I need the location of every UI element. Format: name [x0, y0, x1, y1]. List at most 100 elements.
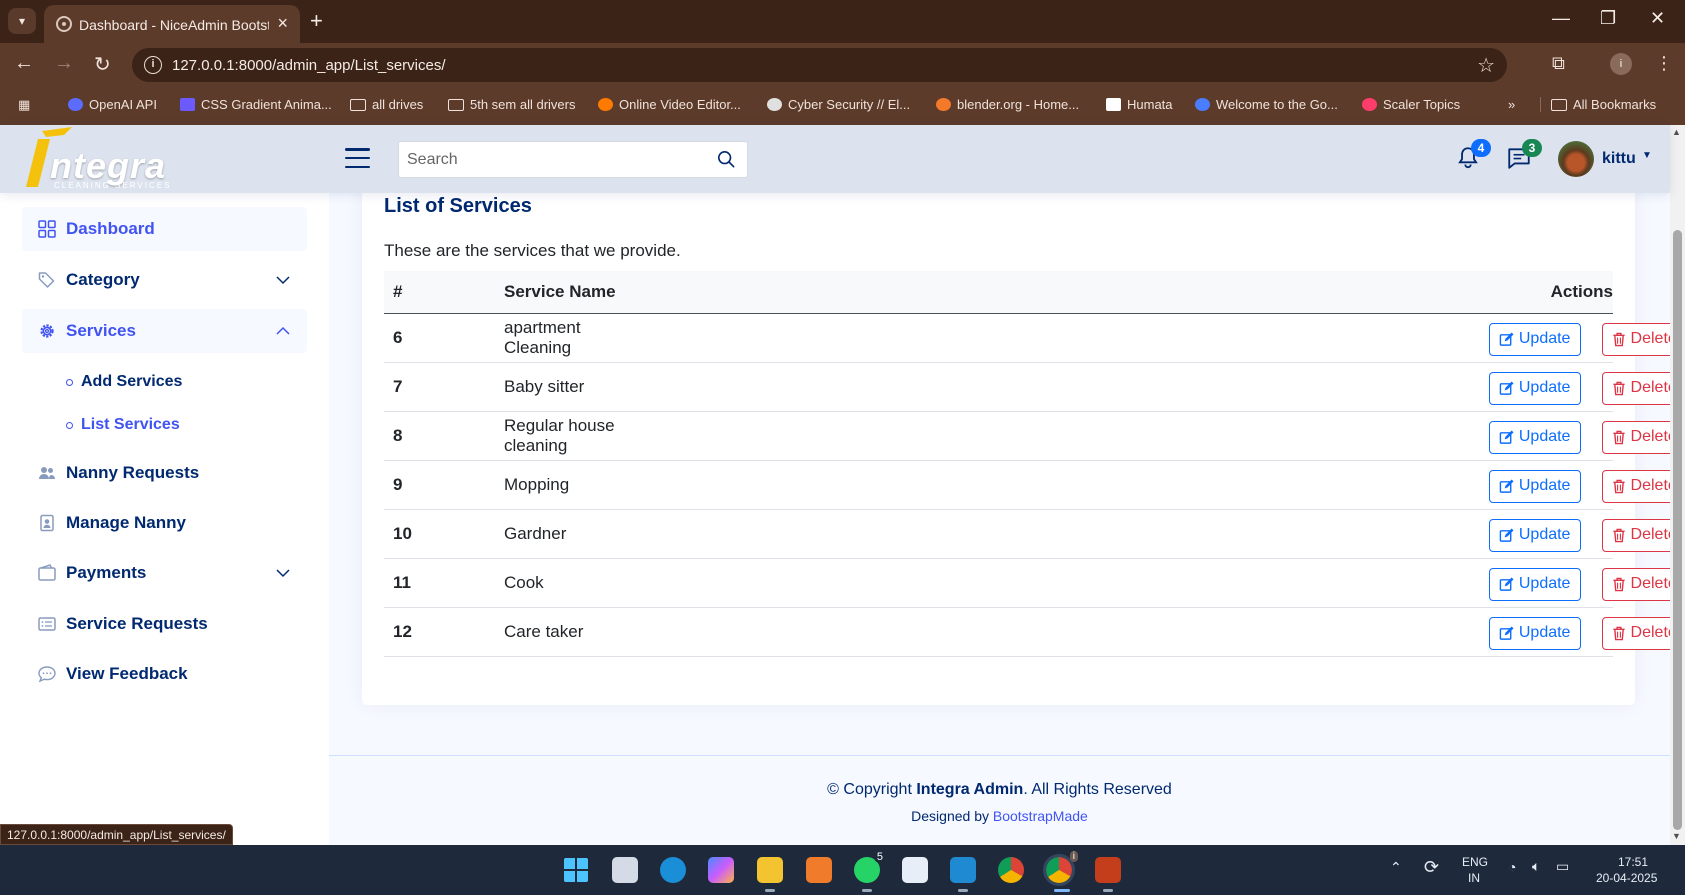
file-explorer-icon[interactable]: [757, 857, 783, 883]
chrome-profile-icon[interactable]: i: [1043, 851, 1078, 886]
sidebar-item-payments[interactable]: Payments: [22, 551, 307, 595]
apps-grid-icon[interactable]: ▦: [18, 97, 30, 113]
scroll-down-icon[interactable]: ▼: [1672, 831, 1681, 841]
chrome-icon[interactable]: [998, 857, 1024, 883]
whatsapp-icon[interactable]: 5: [854, 851, 886, 883]
bookmark-label: CSS Gradient Anima...: [201, 97, 332, 112]
scaler-icon: [1362, 98, 1377, 111]
volume-icon[interactable]: 🔈︎: [1532, 858, 1540, 875]
bookmark-humata[interactable]: Humata: [1106, 97, 1173, 112]
grid-icon: [38, 220, 56, 238]
trash-icon: [1612, 430, 1625, 444]
sidebar-item-category[interactable]: Category: [22, 258, 307, 302]
person-badge-icon: [40, 514, 54, 532]
profile-icon[interactable]: i: [1610, 53, 1632, 75]
site-info-icon[interactable]: i: [144, 56, 162, 74]
folder-icon: [1551, 98, 1567, 111]
service-name: Regular house cleaning: [495, 411, 637, 461]
edge-icon[interactable]: [660, 857, 686, 883]
update-button[interactable]: Update: [1488, 371, 1581, 405]
task-view-icon[interactable]: [612, 857, 638, 883]
bookmark-5th-sem[interactable]: 5th sem all drivers: [448, 97, 575, 112]
cyber-security-icon: [767, 98, 782, 111]
clock-date[interactable]: 20-04-2025: [1596, 871, 1657, 885]
avatar[interactable]: [1558, 141, 1594, 177]
extensions-icon[interactable]: ⧉: [1552, 53, 1565, 74]
tab-search-button[interactable]: ▾: [8, 8, 36, 34]
sidebar-item-nanny-requests[interactable]: Nanny Requests: [22, 451, 307, 495]
update-button[interactable]: Update: [1488, 322, 1581, 356]
caret-down-icon[interactable]: ▼: [1642, 150, 1652, 161]
scroll-up-icon[interactable]: ▲: [1672, 127, 1681, 137]
tab-close-icon[interactable]: ×: [277, 13, 288, 34]
sidebar-item-service-requests[interactable]: Service Requests: [22, 602, 307, 646]
bookmark-star-icon[interactable]: ☆: [1477, 53, 1495, 78]
browser-tab-active[interactable]: Dashboard - NiceAdmin Bootstrap Template…: [44, 5, 300, 43]
back-arrow-icon[interactable]: ←: [14, 52, 34, 75]
sidebar-item-services[interactable]: Services: [22, 309, 307, 353]
search-icon[interactable]: [717, 150, 735, 168]
bookmark-scaler[interactable]: Scaler Topics: [1362, 97, 1460, 112]
sidebar-subitem-add-services[interactable]: Add Services: [66, 373, 182, 391]
clock-time[interactable]: 17:51: [1618, 855, 1648, 869]
designer-link[interactable]: BootstrapMade: [993, 808, 1088, 824]
sidebar-item-manage-nanny[interactable]: Manage Nanny: [22, 501, 307, 545]
update-button[interactable]: Update: [1488, 420, 1581, 454]
scrollbar-thumb[interactable]: [1673, 230, 1682, 830]
pencil-square-icon: [1499, 429, 1514, 444]
bookmark-video-editor[interactable]: Online Video Editor...: [598, 97, 741, 112]
pencil-square-icon: [1499, 478, 1514, 493]
footer-rights: . All Rights Reserved: [1023, 781, 1172, 798]
window-close-icon[interactable]: ✕: [1650, 8, 1665, 29]
minimize-icon[interactable]: —: [1552, 8, 1570, 29]
vscode-icon[interactable]: [950, 857, 976, 883]
restore-icon[interactable]: ❐: [1600, 8, 1616, 29]
forward-arrow-icon[interactable]: →: [54, 52, 74, 75]
bookmark-all-drives[interactable]: all drives: [350, 97, 423, 112]
language-bottom[interactable]: IN: [1468, 871, 1480, 885]
address-url[interactable]: 127.0.0.1:8000/admin_app/List_services/: [172, 57, 446, 74]
xampp-icon[interactable]: [806, 857, 832, 883]
sidebar-item-label: Service Requests: [66, 614, 208, 633]
user-name[interactable]: kittu: [1602, 150, 1636, 168]
sidebar-subitem-list-services[interactable]: List Services: [66, 416, 180, 434]
running-indicator: [1103, 889, 1113, 892]
bookmark-blender[interactable]: blender.org - Home...: [936, 97, 1079, 112]
bookmark-cyber-security[interactable]: Cyber Security // El...: [767, 97, 910, 112]
tray-chevron-up-icon[interactable]: ⌃: [1390, 859, 1402, 876]
all-bookmarks[interactable]: All Bookmarks: [1540, 97, 1656, 112]
actions-cell: Update Delete: [636, 607, 1685, 657]
sidebar-item-view-feedback[interactable]: View Feedback: [22, 652, 307, 696]
sidebar-toggle-icon[interactable]: [345, 148, 370, 168]
language-top[interactable]: ENG: [1462, 855, 1488, 869]
new-tab-button[interactable]: +: [310, 8, 323, 34]
update-button[interactable]: Update: [1488, 616, 1581, 650]
search-input[interactable]: [399, 142, 699, 177]
battery-icon[interactable]: ▭: [1556, 858, 1569, 875]
more-bookmarks-icon[interactable]: »: [1508, 97, 1515, 112]
wifi-icon[interactable]: ◔: [1508, 859, 1516, 875]
notifications-bell-icon[interactable]: 4: [1455, 139, 1491, 173]
update-button[interactable]: Update: [1488, 567, 1581, 601]
messages-chat-icon[interactable]: 3: [1506, 139, 1542, 173]
browser-menu-icon[interactable]: ⋮: [1655, 53, 1673, 74]
bookmark-openai[interactable]: OpenAI API: [68, 97, 157, 112]
windows-start-icon[interactable]: [563, 857, 589, 883]
copilot-icon[interactable]: [708, 857, 734, 883]
update-button[interactable]: Update: [1488, 518, 1581, 552]
update-button[interactable]: Update: [1488, 469, 1581, 503]
bookmark-google[interactable]: Welcome to the Go...: [1195, 97, 1338, 112]
address-bar[interactable]: i 127.0.0.1:8000/admin_app/List_services…: [132, 48, 1507, 82]
page-scrollbar[interactable]: ▲ ▼: [1670, 125, 1685, 845]
powerpoint-icon[interactable]: [1095, 857, 1121, 883]
store-icon[interactable]: [902, 857, 928, 883]
reload-icon[interactable]: ↻: [94, 52, 111, 77]
sidebar-item-dashboard[interactable]: Dashboard: [22, 207, 307, 251]
copyright-text: © Copyright Integra Admin. All Rights Re…: [329, 781, 1670, 799]
card-list-icon: [38, 617, 56, 631]
pencil-square-icon: [1499, 625, 1514, 640]
sync-icon[interactable]: ⟳: [1424, 857, 1439, 878]
footer: © Copyright Integra Admin. All Rights Re…: [329, 755, 1670, 845]
css-gradient-icon: [180, 98, 195, 111]
bookmark-css-gradient[interactable]: CSS Gradient Anima...: [180, 97, 332, 112]
